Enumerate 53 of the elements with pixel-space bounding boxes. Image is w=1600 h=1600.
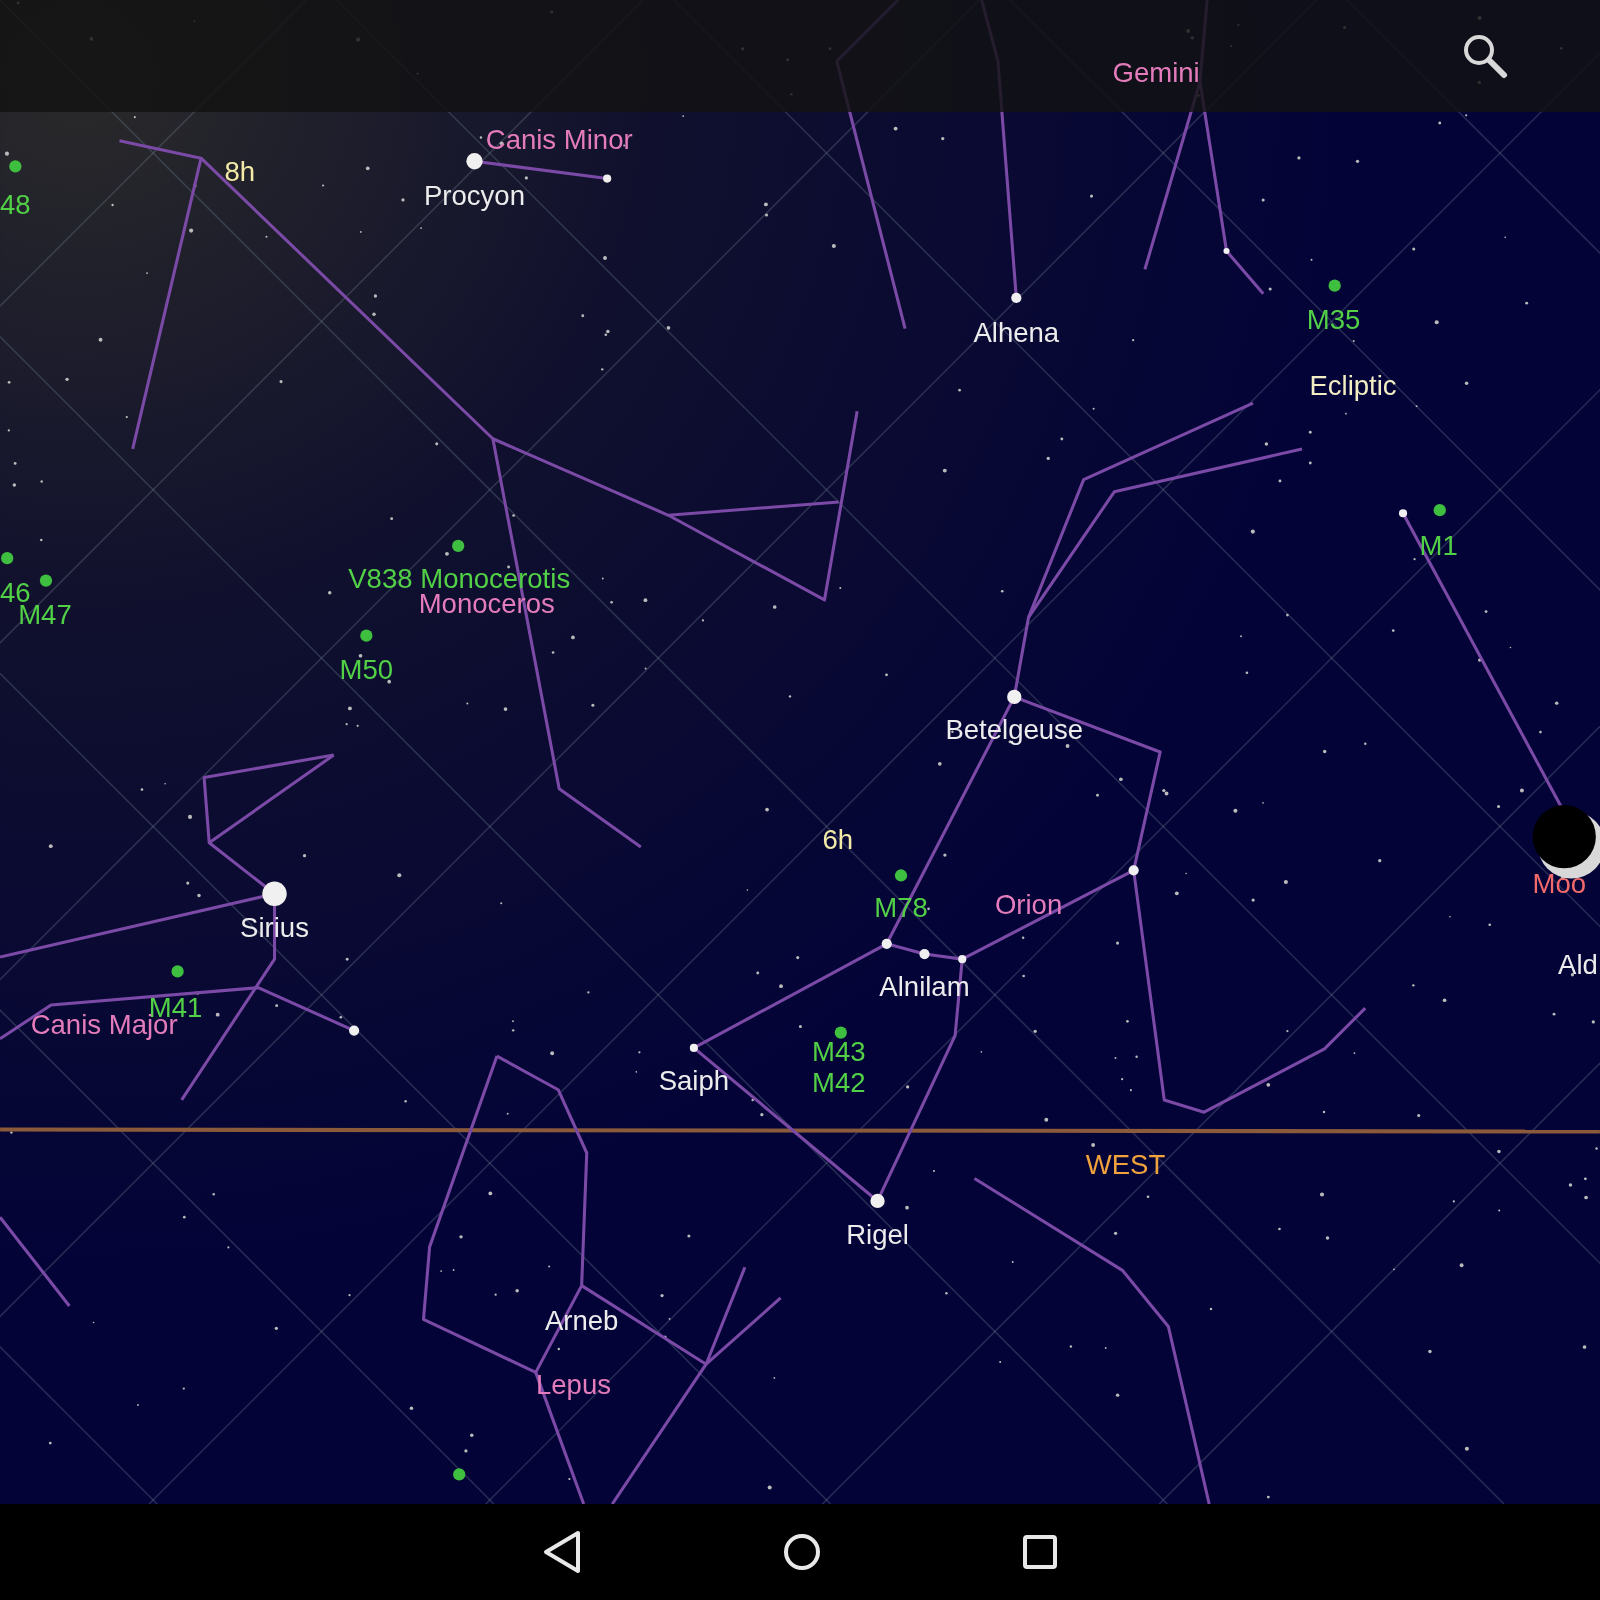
messier-dot — [1, 552, 14, 565]
messier-label: M35 — [1306, 303, 1361, 335]
messier-label: 48 — [0, 189, 31, 221]
constellation-label: Gemini — [1112, 56, 1200, 88]
messier-dot — [834, 1026, 847, 1039]
constellation-label: Orion — [994, 889, 1063, 921]
constellation-label: Canis Minor — [485, 123, 633, 155]
star-label: Arneb — [544, 1304, 619, 1336]
recents-icon[interactable] — [1022, 1534, 1058, 1570]
messier-label: M42 — [812, 1066, 866, 1098]
star-dot — [958, 955, 967, 964]
star-label: Ald — [1558, 949, 1598, 981]
messier-dot — [1328, 279, 1341, 292]
search-icon[interactable] — [1462, 33, 1508, 79]
star-dot — [870, 1193, 885, 1209]
star-dot — [919, 948, 930, 960]
planet-label: Moo — [1532, 867, 1587, 899]
star-label: Saiph — [658, 1064, 730, 1096]
messier-dot — [39, 574, 53, 587]
star-dot — [689, 1043, 698, 1052]
star-dot — [1011, 292, 1022, 304]
messier-dot — [452, 539, 465, 552]
messier-dot — [360, 629, 373, 642]
horizon-label: WEST — [1085, 1149, 1166, 1181]
star-label: Alhena — [973, 316, 1060, 348]
messier-label: M50 — [339, 653, 394, 685]
star-dot — [1223, 247, 1230, 255]
messier-label: M43 — [812, 1036, 866, 1068]
star-dot — [262, 881, 287, 907]
star-label: Alnilam — [879, 970, 970, 1002]
messier-dot — [453, 1468, 466, 1481]
star-dot — [1007, 689, 1022, 705]
star-dot — [349, 1025, 360, 1036]
messier-dot — [1433, 504, 1446, 517]
star-label: Betelgeuse — [945, 713, 1084, 745]
star-label: Rigel — [846, 1218, 909, 1250]
star-label: Sirius — [240, 911, 309, 943]
messier-dot — [9, 160, 22, 173]
star-dot — [881, 938, 892, 949]
grid-label: 8h — [224, 155, 256, 187]
ecliptic-label: Ecliptic — [1309, 369, 1397, 401]
grid-label: 6h — [822, 823, 854, 855]
home-icon[interactable] — [782, 1532, 822, 1572]
messier-dot — [171, 965, 184, 978]
star-dot — [1398, 509, 1408, 518]
messier-label: M1 — [1419, 530, 1458, 562]
back-icon[interactable] — [542, 1530, 582, 1574]
star-dot — [1128, 865, 1139, 876]
star-label: Procyon — [424, 180, 525, 212]
star-dot — [603, 174, 612, 183]
messier-dot — [894, 869, 908, 882]
constellation-label: Lepus — [535, 1368, 611, 1400]
star-dot — [466, 153, 483, 170]
